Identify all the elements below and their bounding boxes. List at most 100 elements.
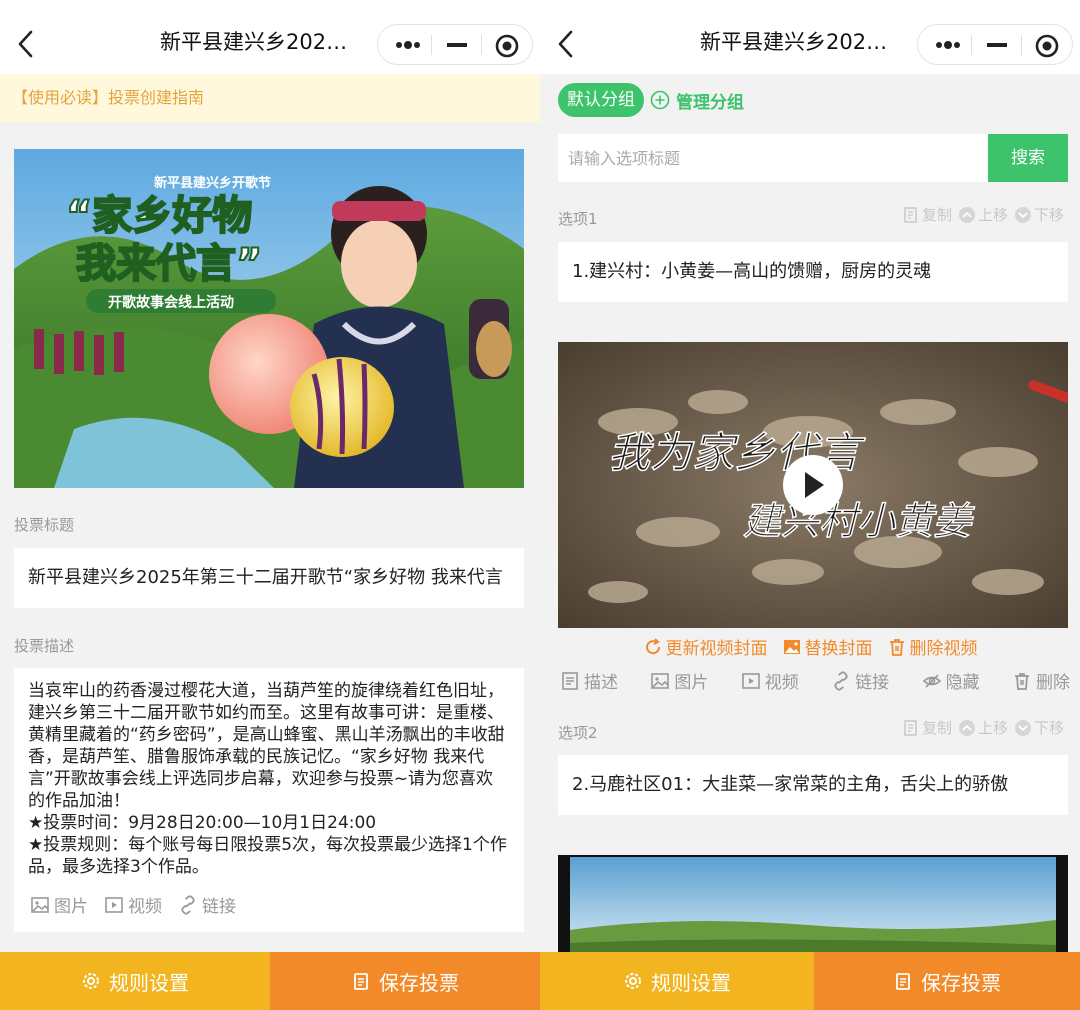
- left-screen: 新平县建兴乡2025年... 【使用必读】投票创建指南 新平县建兴乡开歌节 “家…: [0, 0, 540, 1010]
- insert-video-label: 视频: [128, 897, 162, 917]
- vote-description-label: 投票描述: [14, 637, 75, 655]
- video-actions: 更新视频封面 替换封面 删除视频: [540, 634, 1080, 659]
- back-icon[interactable]: [554, 26, 578, 62]
- move-up-button[interactable]: 上移: [958, 717, 1008, 738]
- video-caption-line2: 建兴村小黄姜: [743, 499, 975, 543]
- nav-bar: 新平县建兴乡2025年...: [540, 0, 1080, 74]
- vote-description-value[interactable]: 当哀牢山的药香漫过樱花大道，当葫芦笙的旋律绕着红色旧址，建兴乡第三十二届开歌节如…: [14, 668, 524, 878]
- description-toolbar: 图片 视频 链接: [30, 892, 236, 917]
- bottom-bar: 规则设置 保存投票: [0, 952, 540, 1010]
- move-up-button[interactable]: 上移: [958, 204, 1008, 225]
- trash-icon: [1014, 672, 1029, 690]
- option-video-button[interactable]: 视频: [741, 668, 799, 693]
- option-image-label: 图片: [674, 673, 709, 693]
- insert-link-label: 链接: [202, 897, 236, 917]
- option-search-input[interactable]: [558, 134, 988, 182]
- minimize-icon[interactable]: [432, 25, 482, 64]
- option-title-card[interactable]: 2.马鹿社区01：大韭菜—家常菜的主角，舌尖上的骄傲: [558, 755, 1068, 815]
- move-up-label: 上移: [977, 719, 1008, 737]
- replace-cover-label: 替换封面: [804, 639, 873, 659]
- eye-off-icon: [922, 673, 941, 688]
- option-actions: 复制 上移 下移: [902, 717, 1064, 738]
- move-up-label: 上移: [977, 206, 1008, 224]
- picture-icon: [783, 639, 800, 654]
- close-circle-icon[interactable]: [481, 25, 531, 64]
- manage-group-button[interactable]: 管理分组: [650, 88, 744, 113]
- page-title: 新平县建兴乡2025年...: [160, 30, 360, 54]
- option-image-button[interactable]: 图片: [650, 668, 708, 693]
- gear-icon: [625, 973, 641, 989]
- replace-cover-button[interactable]: 替换封面: [782, 634, 873, 659]
- play-icon[interactable]: [783, 455, 843, 515]
- trash-icon: [889, 638, 904, 656]
- usage-guide-notice[interactable]: 【使用必读】投票创建指南: [0, 74, 540, 122]
- more-icon[interactable]: [382, 25, 432, 64]
- move-down-button[interactable]: 下移: [1014, 204, 1064, 225]
- save-vote-label: 保存投票: [921, 970, 1001, 995]
- default-group-tab[interactable]: 默认分组: [558, 83, 644, 117]
- insert-link-button[interactable]: 链接: [178, 892, 236, 917]
- arrow-down-circle-icon: [1014, 719, 1031, 736]
- vote-title-label: 投票标题: [14, 516, 75, 534]
- update-video-cover-label: 更新视频封面: [665, 639, 768, 659]
- back-icon[interactable]: [14, 26, 38, 62]
- copy-option-button[interactable]: 复制: [902, 717, 952, 738]
- plus-circle-icon: [650, 90, 670, 110]
- rules-settings-button[interactable]: 规则设置: [540, 952, 814, 1010]
- bottom-bar: 规则设置 保存投票: [540, 952, 1080, 1010]
- insert-video-button[interactable]: 视频: [104, 892, 162, 917]
- insert-image-button[interactable]: 图片: [30, 892, 88, 917]
- image-icon: [31, 896, 49, 913]
- delete-video-button[interactable]: 删除视频: [887, 634, 978, 659]
- refresh-icon: [645, 637, 660, 654]
- minimize-icon[interactable]: [972, 25, 1022, 64]
- video-icon: [105, 896, 123, 913]
- save-vote-button[interactable]: 保存投票: [270, 952, 540, 1010]
- option-describe-button[interactable]: 描述: [560, 668, 618, 693]
- rules-settings-label: 规则设置: [109, 970, 189, 995]
- option-title-card[interactable]: 1.建兴村：小黄姜—高山的馈赠，厨房的灵魂: [558, 242, 1068, 302]
- move-down-button[interactable]: 下移: [1014, 717, 1064, 738]
- cover-image[interactable]: 新平县建兴乡开歌节 “家乡好物 我来代言” 开歌故事会线上活动: [14, 149, 524, 488]
- more-icon[interactable]: [922, 25, 972, 64]
- option-delete-button[interactable]: 删除: [1012, 668, 1070, 693]
- copy-icon: [904, 719, 917, 736]
- gear-icon: [83, 973, 99, 989]
- option-hide-button[interactable]: 隐藏: [922, 668, 980, 693]
- image-icon: [651, 672, 670, 689]
- rules-settings-button[interactable]: 规则设置: [0, 952, 270, 1010]
- option-hide-label: 隐藏: [945, 673, 980, 693]
- group-row: 默认分组 管理分组: [558, 82, 744, 118]
- option-describe-label: 描述: [584, 673, 618, 693]
- search-button[interactable]: 搜索: [988, 134, 1068, 182]
- cover-headline-line1: “家乡好物: [66, 193, 252, 239]
- mini-program-capsule: [917, 24, 1073, 65]
- cover-ribbon-text: 开歌故事会线上活动: [108, 294, 234, 311]
- save-vote-button[interactable]: 保存投票: [814, 952, 1080, 1010]
- mini-program-capsule: [377, 24, 533, 65]
- copy-option-label: 复制: [921, 719, 952, 737]
- page-title: 新平县建兴乡2025年...: [700, 30, 900, 54]
- delete-video-label: 删除视频: [909, 639, 978, 659]
- option-label: 选项2: [558, 724, 598, 742]
- option-link-label: 链接: [855, 673, 890, 693]
- right-screen: 新平县建兴乡2025年... 默认分组 管理分组 搜索 选项1 复制: [540, 0, 1080, 1010]
- video-icon: [741, 672, 760, 689]
- move-down-label: 下移: [1033, 206, 1064, 224]
- arrow-up-circle-icon: [958, 719, 975, 736]
- link-icon: [181, 894, 195, 915]
- vote-title-card[interactable]: 新平县建兴乡2025年第三十二届开歌节“家乡好物 我来代言: [14, 548, 524, 608]
- option-video[interactable]: 我为家乡代言 建兴村小黄姜: [558, 342, 1068, 628]
- manage-group-label: 管理分组: [676, 92, 744, 113]
- option-link-button[interactable]: 链接: [831, 668, 889, 693]
- update-video-cover-button[interactable]: 更新视频封面: [643, 634, 768, 659]
- move-down-label: 下移: [1033, 719, 1064, 737]
- option-video-preview[interactable]: [558, 855, 1068, 955]
- clipboard-icon: [896, 973, 910, 990]
- clipboard-icon: [354, 973, 368, 990]
- option-video-label: 视频: [764, 673, 799, 693]
- close-circle-icon[interactable]: [1021, 25, 1071, 64]
- document-icon: [562, 671, 578, 690]
- vote-title-value[interactable]: 新平县建兴乡2025年第三十二届开歌节“家乡好物 我来代言: [14, 548, 524, 608]
- copy-option-button[interactable]: 复制: [902, 204, 952, 225]
